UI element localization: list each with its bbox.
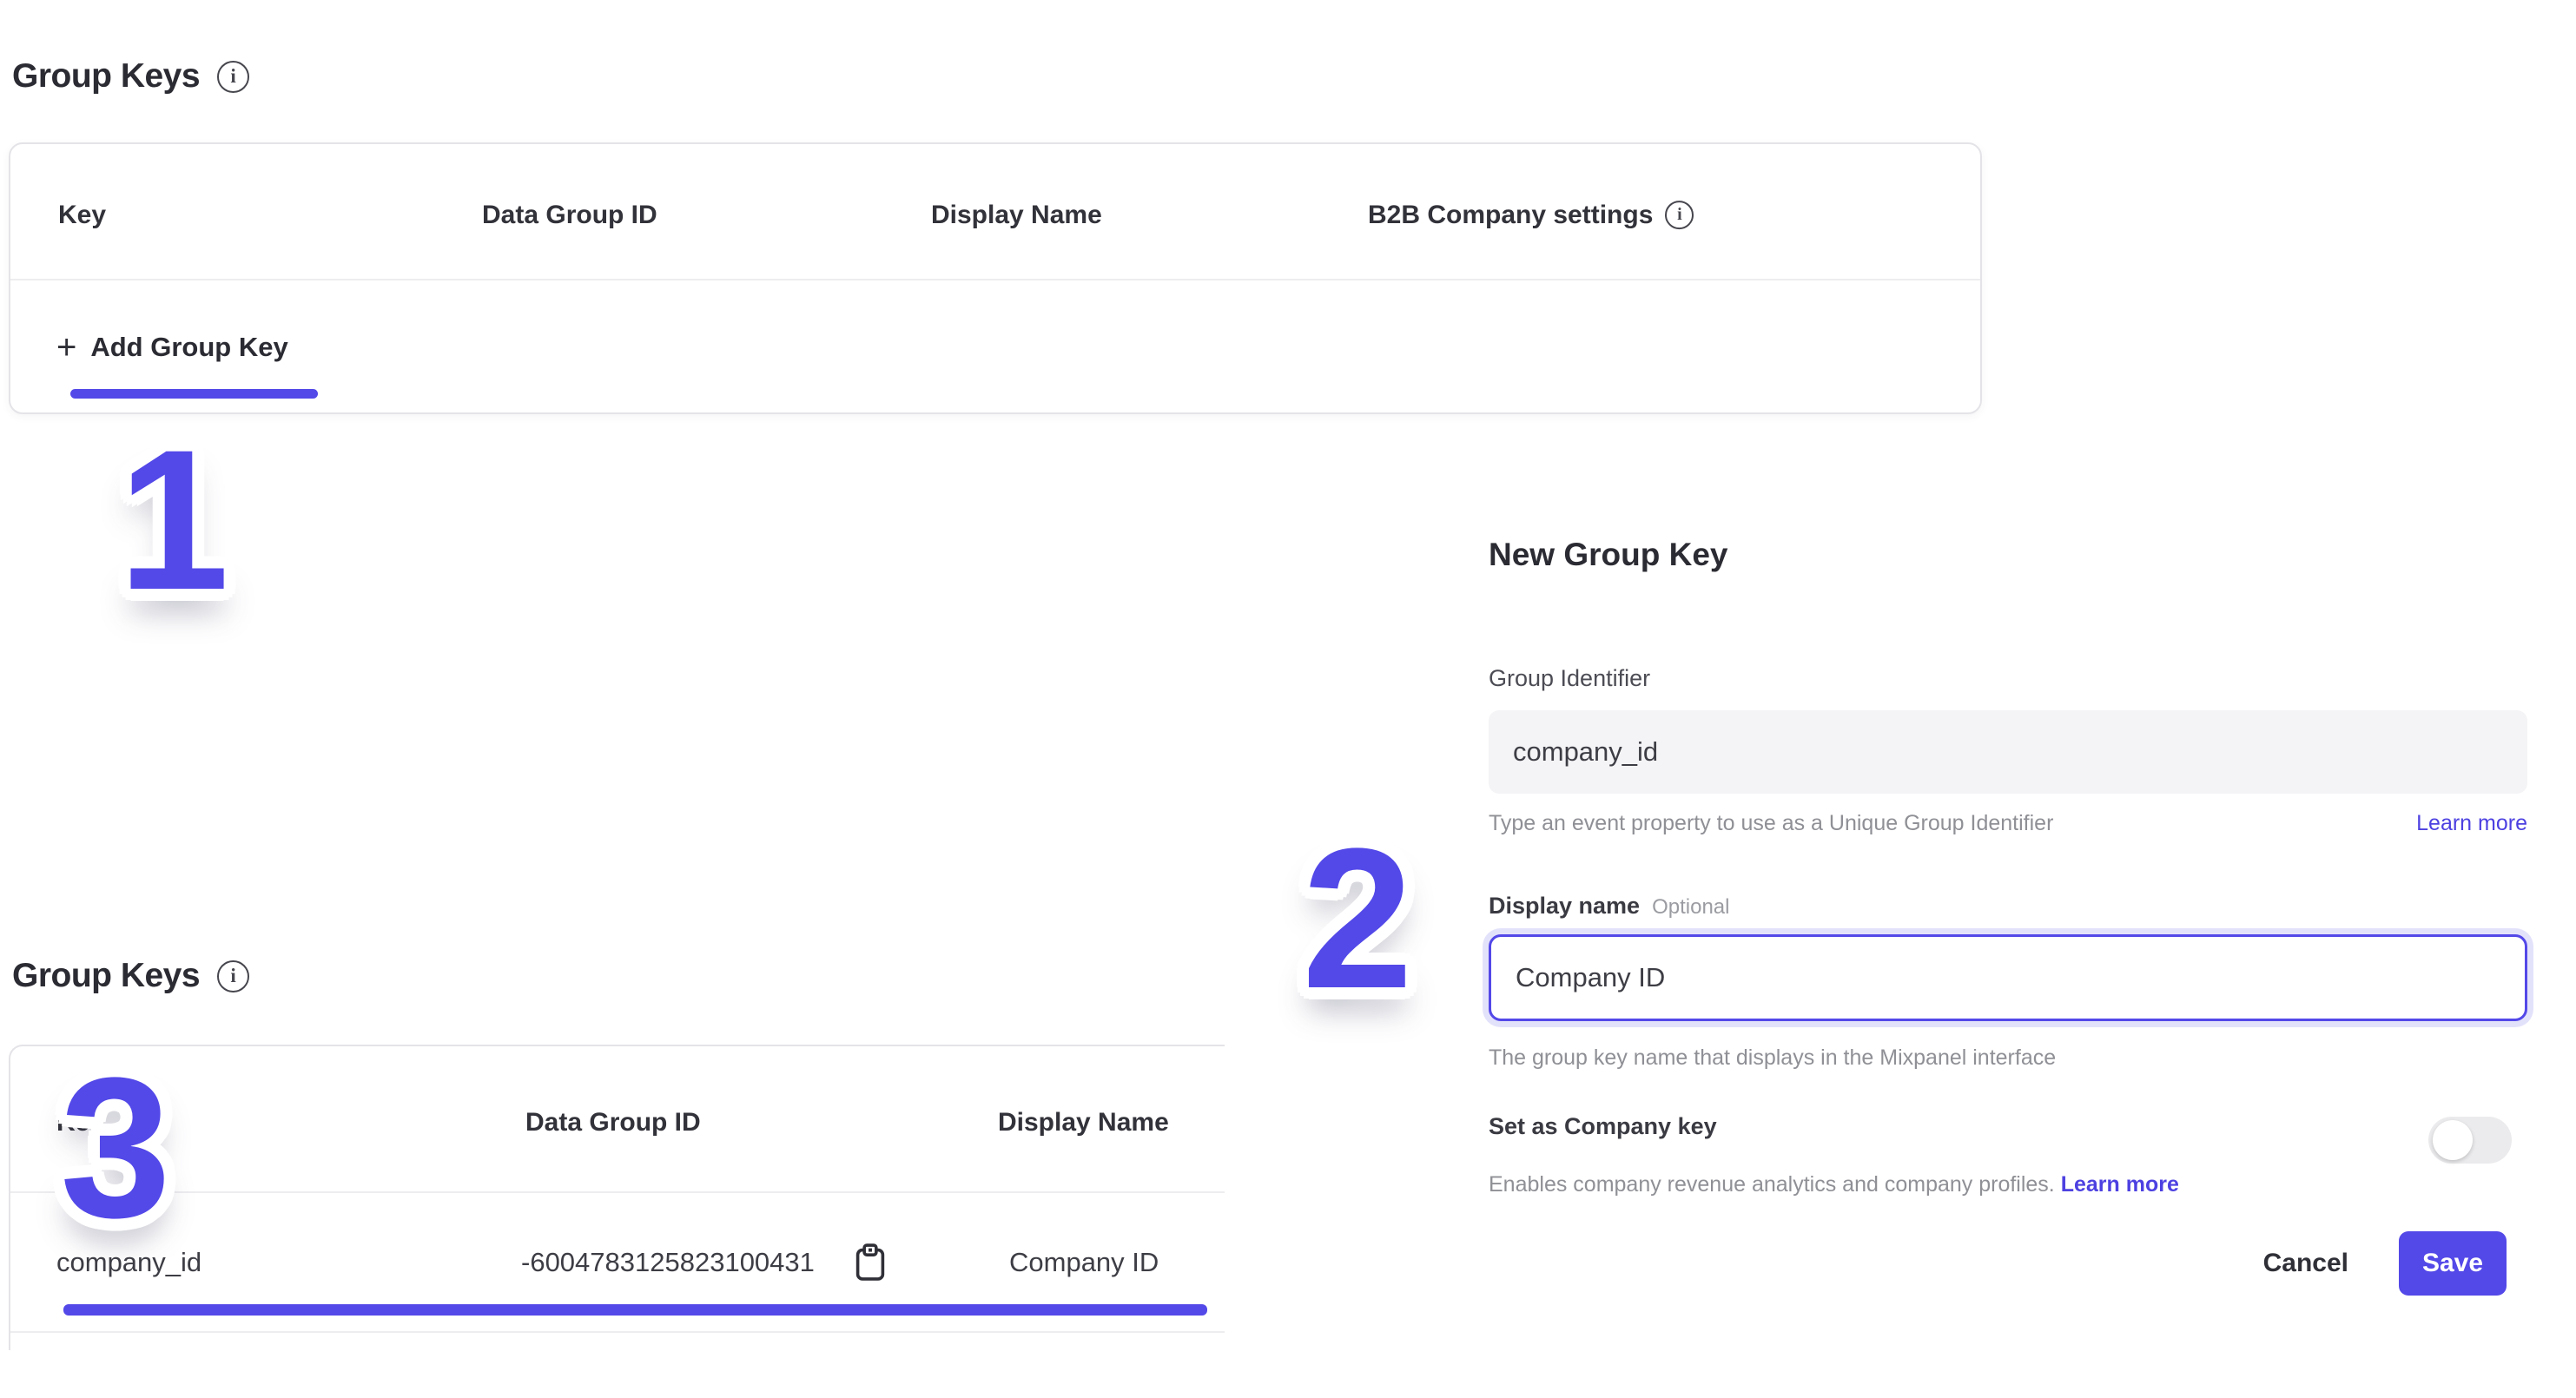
add-group-key-label: Add Group Key (90, 332, 287, 363)
info-icon[interactable]: i (217, 960, 249, 992)
column-header-key: Key (58, 201, 106, 230)
display-name-label: Display name (1489, 893, 1640, 920)
cancel-button[interactable]: Cancel (2258, 1248, 2354, 1279)
step-badge-1: 1 (118, 420, 229, 620)
learn-more-link-company-key[interactable]: Learn more (2061, 1172, 2179, 1197)
display-name-input[interactable] (1489, 934, 2527, 1021)
group-keys-heading-bottom: Group Keys i (12, 957, 249, 995)
company-key-label: Set as Company key (1489, 1113, 1717, 1140)
company-key-helper-row: Enables company revenue analytics and co… (1489, 1172, 2357, 1197)
page-canvas: Group Keys i Key Data Group ID Display N… (0, 0, 2576, 1398)
group-identifier-input[interactable] (1489, 710, 2527, 794)
step-badge-2: 2 (1302, 819, 1413, 1019)
display-name-optional-tag: Optional (1652, 895, 1729, 920)
table-header-row: Key Data Group ID Display Name (10, 1046, 1225, 1193)
company-key-helper-text: Enables company revenue analytics and co… (1489, 1172, 2055, 1197)
info-icon[interactable]: i (1665, 201, 1694, 229)
step-badge-3: 3 (60, 1048, 171, 1248)
annotation-underline-step3 (63, 1304, 1207, 1316)
display-name-helper: The group key name that displays in the … (1489, 1045, 2056, 1071)
column-header-b2b-label: B2B Company settings (1368, 201, 1653, 230)
data-group-id-value: -6004783125823100431 (521, 1247, 815, 1278)
group-keys-table-top: Key Data Group ID Display Name B2B Compa… (9, 142, 1982, 414)
info-icon[interactable]: i (217, 61, 249, 93)
page-title: Group Keys (12, 57, 200, 96)
form-title: New Group Key (1489, 537, 1728, 573)
page-title: Group Keys (12, 957, 200, 995)
toggle-knob (2433, 1120, 2473, 1160)
column-header-display-name: Display Name (998, 1108, 1169, 1138)
display-name-label-row: Display name Optional (1489, 893, 1729, 920)
group-identifier-label: Group Identifier (1489, 665, 1650, 692)
row-data-group-id-cell: -6004783125823100431 (521, 1243, 886, 1283)
group-keys-heading-top: Group Keys i (12, 57, 249, 96)
column-header-display-name: Display Name (931, 201, 1102, 230)
company-key-helper: Enables company revenue analytics and co… (1489, 1172, 2179, 1197)
column-header-data-group-id: Data Group ID (482, 201, 657, 230)
table-header-row: Key Data Group ID Display Name B2B Compa… (10, 144, 1980, 280)
row-display-name-cell: Company ID (1009, 1247, 1159, 1278)
company-key-toggle[interactable] (2428, 1117, 2512, 1164)
column-header-data-group-id: Data Group ID (525, 1108, 701, 1138)
save-button[interactable]: Save (2399, 1231, 2507, 1296)
group-identifier-helper-row: Type an event property to use as a Uniqu… (1489, 811, 2527, 836)
group-identifier-helper: Type an event property to use as a Uniqu… (1489, 811, 2053, 836)
form-button-row: Cancel Save (1489, 1231, 2527, 1296)
column-header-b2b-settings: B2B Company settings i (1368, 201, 1694, 230)
copy-icon[interactable] (855, 1243, 886, 1283)
plus-icon: + (56, 330, 76, 365)
annotation-underline-step1 (70, 389, 318, 399)
display-name-helper-row: The group key name that displays in the … (1489, 1045, 2527, 1071)
learn-more-link-identifier[interactable]: Learn more (2416, 811, 2527, 836)
